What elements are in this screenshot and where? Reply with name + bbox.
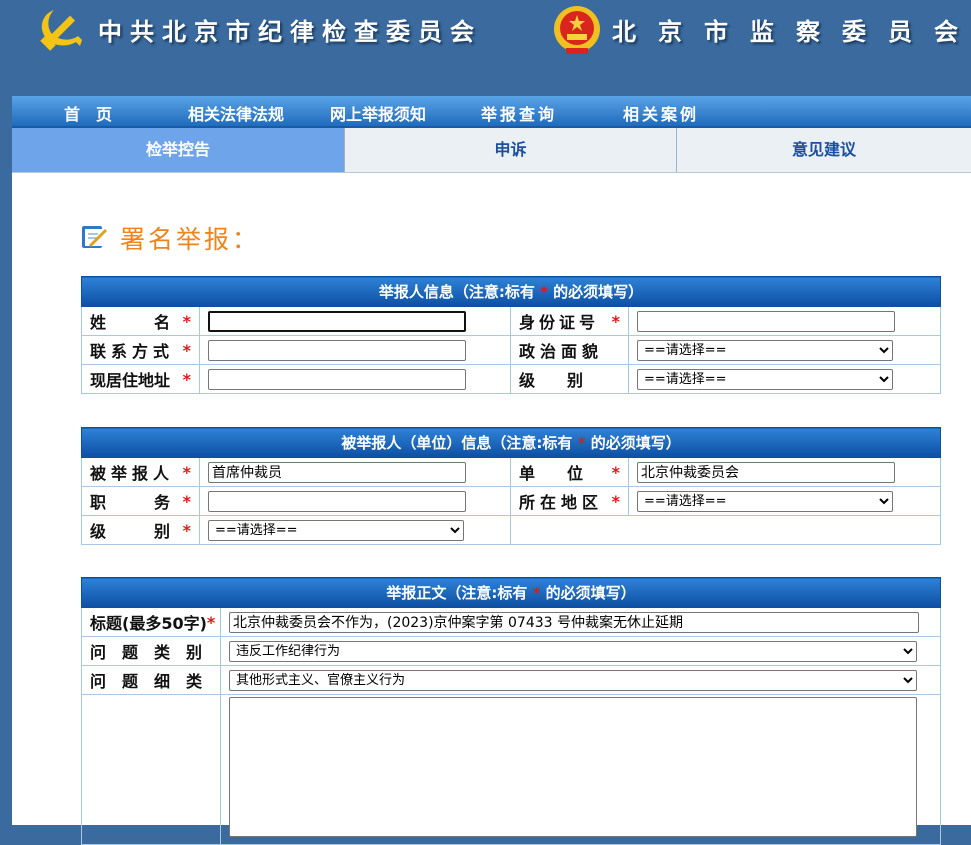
contact-input[interactable]: [208, 339, 466, 361]
header-title-left: 中共北京市纪律检查委员会: [98, 18, 482, 46]
report-content-table: 举报正文（注意:标有 * 的必须填写） 标题(最多50字)* 问 题 类 别 违…: [81, 577, 941, 845]
contact-label: 联系方式 *: [81, 335, 200, 365]
address-input[interactable]: [208, 368, 466, 390]
content-caption: 举报正文（注意:标有 * 的必须填写）: [81, 577, 941, 608]
nav-report-query[interactable]: 举报查询: [481, 101, 557, 125]
address-label: 现居住地址 *: [81, 364, 200, 394]
name-label: 姓 名 *: [81, 306, 200, 336]
main-panel: 首 页 相关法律法规 网上举报须知 举报查询 相关案例 检举控告 申诉 意见建议…: [12, 96, 971, 845]
section-title: 署名举报：: [120, 225, 261, 254]
tab-suggestion[interactable]: 意见建议: [677, 128, 971, 172]
report-title-input[interactable]: [229, 611, 919, 633]
title-label: 标题(最多50字) *: [81, 607, 221, 637]
nav-report-guide[interactable]: 网上举报须知: [330, 101, 426, 125]
report-type-tabs: 检举控告 申诉 意见建议: [12, 128, 971, 173]
id-number-input[interactable]: [637, 310, 895, 332]
position-input[interactable]: [208, 490, 466, 512]
content-label-cell: [81, 694, 221, 845]
region-select[interactable]: ==请选择==: [637, 490, 893, 512]
reporter-level-label: 级 别: [510, 364, 629, 394]
name-input[interactable]: [208, 310, 466, 332]
nav-cases[interactable]: 相关案例: [623, 101, 699, 125]
national-emblem-icon: [554, 6, 600, 54]
report-content-textarea[interactable]: [229, 697, 917, 837]
tab-accusation[interactable]: 检举控告: [12, 128, 345, 172]
party-emblem-icon: [40, 10, 82, 51]
reporter-level-select[interactable]: ==请选择==: [637, 368, 893, 390]
category-select[interactable]: 违反工作纪律行为: [229, 640, 917, 662]
nav-home[interactable]: 首 页: [64, 101, 112, 125]
position-label: 职 务 *: [81, 486, 200, 516]
id-label: 身份证号 *: [510, 306, 629, 336]
political-label: 政治面貌: [510, 335, 629, 365]
unit-input[interactable]: [637, 461, 895, 483]
detail-label: 问 题 细 类: [81, 665, 221, 695]
category-label: 问 题 类 别: [81, 636, 221, 666]
reporter-info-table: 举报人信息（注意:标有 * 的必须填写） 姓 名 * 身份证号 * 联系方式 * 政治…: [80, 276, 942, 394]
reported-level-select[interactable]: ==请选择==: [208, 519, 464, 541]
reported-person-input[interactable]: [208, 461, 466, 483]
reported-level-label: 级 别 *: [81, 515, 200, 545]
reported-person-label: 被举报人 *: [81, 457, 200, 487]
detail-select[interactable]: 其他形式主义、官僚主义行为: [229, 669, 917, 691]
header-title-right: 北京市监察委员会: [612, 18, 971, 46]
reporter-caption: 举报人信息（注意:标有 * 的必须填写）: [80, 276, 942, 307]
notepad-icon: [82, 226, 108, 248]
tab-appeal[interactable]: 申诉: [345, 128, 677, 172]
nav-laws[interactable]: 相关法律法规: [188, 101, 284, 125]
site-header: 中共北京市纪律检查委员会 北京市监察委员会: [0, 0, 971, 96]
reported-caption: 被举报人（单位）信息（注意:标有 * 的必须填写）: [80, 427, 942, 458]
top-nav: 首 页 相关法律法规 网上举报须知 举报查询 相关案例: [12, 96, 971, 128]
political-status-select[interactable]: ==请选择==: [637, 339, 893, 361]
unit-label: 单 位 *: [510, 457, 629, 487]
reported-info-table: 被举报人（单位）信息（注意:标有 * 的必须填写） 被举报人* 单 位* 职 务…: [80, 427, 942, 545]
region-label: 所在地区 *: [510, 486, 629, 516]
